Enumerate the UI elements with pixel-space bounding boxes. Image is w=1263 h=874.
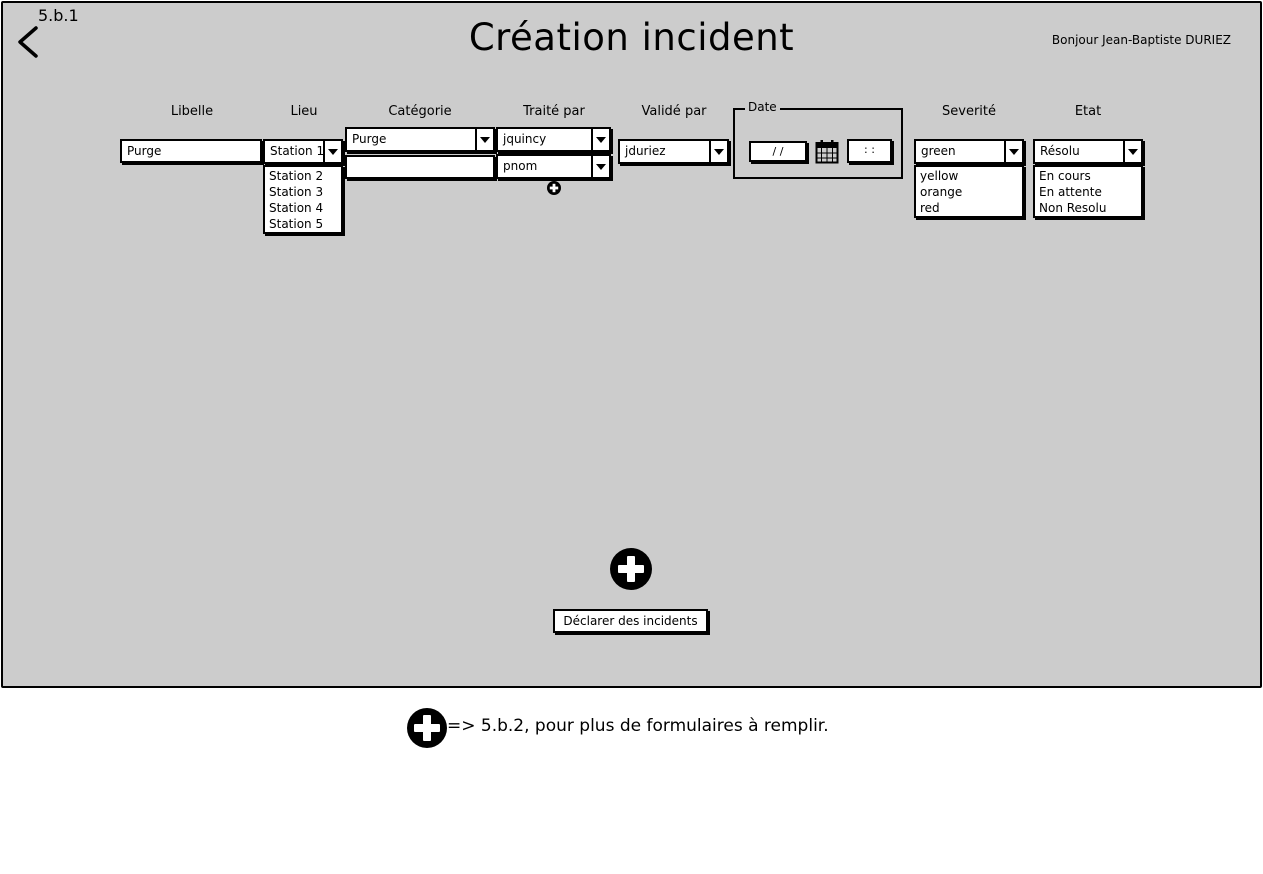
categorie-select-value: Purge [352, 132, 387, 146]
traite-par-value: pnom [503, 159, 538, 173]
categorie-select[interactable]: Purge [345, 127, 495, 152]
lieu-select-value: Station 1 [270, 144, 323, 158]
categorie-second-input[interactable] [345, 155, 495, 179]
lieu-option[interactable]: Station 2 [269, 168, 337, 184]
lieu-dropdown-list: Station 2 Station 3 Station 4 Station 5 [263, 165, 343, 234]
etat-option[interactable]: Non Resolu [1039, 200, 1137, 216]
lieu-option[interactable]: Station 3 [269, 184, 337, 200]
add-traite-par-plus-icon[interactable] [547, 181, 561, 195]
traite-par-value: jquincy [503, 132, 547, 146]
chevron-down-icon[interactable] [323, 141, 341, 162]
label-lieu: Lieu [290, 104, 318, 119]
etat-select[interactable]: Résolu [1033, 139, 1143, 164]
traite-par-select-2[interactable]: pnom [496, 154, 611, 179]
declare-incidents-button[interactable]: Déclarer des incidents [553, 609, 708, 633]
chevron-down-icon[interactable] [475, 129, 493, 150]
calendar-icon[interactable] [815, 139, 839, 164]
chevron-down-icon[interactable] [709, 141, 727, 162]
date-input[interactable]: / / [749, 141, 807, 162]
label-valide-par: Validé par [641, 104, 707, 119]
severite-value: green [921, 144, 956, 158]
label-severite: Severité [942, 104, 996, 119]
etat-value: Résolu [1040, 144, 1080, 158]
chevron-down-icon[interactable] [1123, 141, 1141, 162]
valide-par-select[interactable]: jduriez [618, 139, 729, 164]
plus-circle-icon [407, 708, 447, 748]
traite-par-select-1[interactable]: jquincy [496, 127, 611, 152]
severite-option[interactable]: yellow [920, 168, 1018, 184]
severite-dropdown-list: yellow orange red [914, 165, 1024, 218]
severite-select[interactable]: green [914, 139, 1024, 164]
annotation-note: => 5.b.2, pour plus de formulaires à rem… [447, 716, 829, 736]
label-traite-par: Traité par [523, 104, 585, 119]
time-input[interactable]: : : [847, 139, 892, 163]
lieu-select[interactable]: Station 1 [263, 139, 343, 164]
label-libelle: Libelle [170, 104, 214, 119]
lieu-option[interactable]: Station 5 [269, 216, 337, 232]
chevron-down-icon[interactable] [591, 156, 609, 177]
label-etat: Etat [1074, 104, 1102, 119]
etat-option[interactable]: En cours [1039, 168, 1137, 184]
chevron-down-icon[interactable] [1004, 141, 1022, 162]
severite-option[interactable]: red [920, 200, 1018, 216]
label-categorie: Catégorie [388, 104, 452, 119]
etat-option[interactable]: En attente [1039, 184, 1137, 200]
valide-par-value: jduriez [625, 144, 666, 158]
user-greeting: Bonjour Jean-Baptiste DURIEZ [1051, 33, 1231, 47]
date-legend: Date [745, 100, 780, 114]
severite-option[interactable]: orange [920, 184, 1018, 200]
add-incident-plus-icon[interactable] [610, 548, 652, 590]
chevron-down-icon[interactable] [591, 129, 609, 150]
lieu-option[interactable]: Station 4 [269, 200, 337, 216]
etat-dropdown-list: En cours En attente Non Resolu [1033, 165, 1143, 218]
libelle-input[interactable]: Purge [120, 139, 262, 163]
